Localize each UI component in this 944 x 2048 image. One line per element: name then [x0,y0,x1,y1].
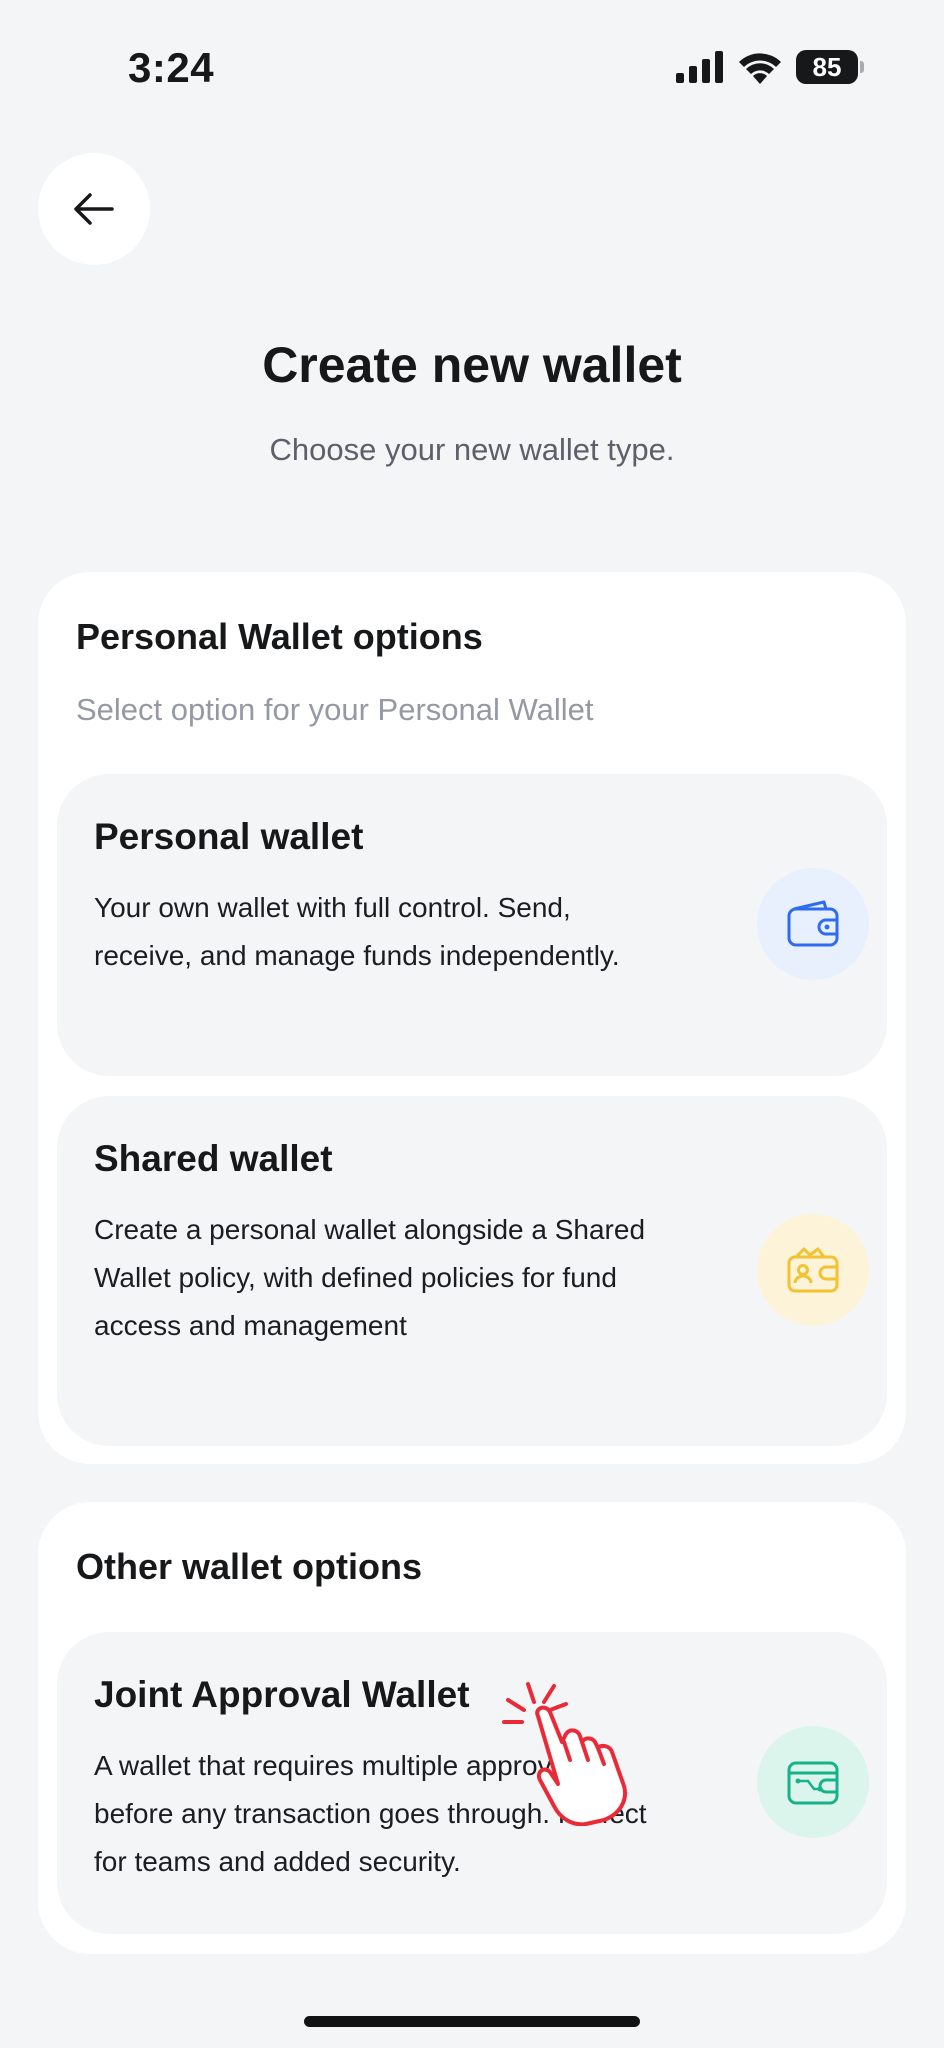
shared-wallet-icon [787,1247,839,1293]
option-personal-wallet[interactable]: Personal wallet Your own wallet with ful… [57,774,887,1076]
option-icon-badge [757,1214,869,1326]
option-description: Create a personal wallet alongside a Sha… [94,1214,646,1341]
back-button[interactable] [38,153,150,265]
battery-level: 85 [812,51,842,82]
signal-icon [676,51,723,83]
option-joint-approval-wallet[interactable]: Joint Approval Wallet A wallet that requ… [57,1632,887,1934]
section-subtitle: Select option for your Personal Wallet [76,692,594,727]
tap-hand-icon [502,1682,627,1826]
page-subtitle: Choose your new wallet type. [269,432,675,467]
battery-icon: 85 [796,50,864,84]
option-shared-wallet[interactable]: Shared wallet Create a personal wallet a… [57,1096,887,1446]
option-icon-badge [757,1726,869,1838]
personal-wallet-section: Personal Wallet options Select option fo… [38,572,906,1464]
status-bar: 3:24 85 [0,0,944,140]
option-icon-badge [757,868,869,980]
home-indicator[interactable] [304,2016,640,2027]
option-title: Shared wallet [94,1138,333,1179]
section-title: Other wallet options [76,1546,423,1587]
status-time: 3:24 [128,44,215,91]
other-wallet-section: Other wallet options Joint Approval Wall… [38,1502,906,1954]
page-title: Create new wallet [262,337,682,393]
wallet-icon [787,900,839,947]
section-title: Personal Wallet options [76,616,483,657]
arrow-left-icon [74,193,114,225]
status-icons: 85 [676,50,864,84]
joint-wallet-icon [787,1761,839,1805]
option-title: Joint Approval Wallet [94,1674,470,1715]
wifi-icon [739,53,781,84]
option-description: Your own wallet with full control. Send,… [94,892,620,971]
option-title: Personal wallet [94,816,364,857]
